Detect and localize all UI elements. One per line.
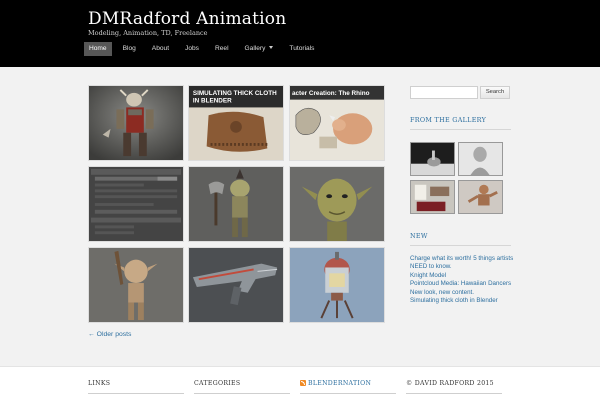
site-description: Modeling, Animation, TD, Freelance [88,29,208,37]
nav-jobs[interactable]: Jobs [180,42,204,56]
post-thumb-robot-lamp[interactable] [289,247,385,323]
nav-jobs-label: Jobs [185,45,199,52]
post-thumb-rhino-character[interactable]: acter Creation: The Rhino [289,85,385,161]
thumb-caption: SIMULATING THICK CLOTH [193,90,277,97]
nav-home[interactable]: Home [84,42,112,56]
divider [300,393,396,394]
post-thumb-armored-character[interactable] [88,85,184,161]
thumb-caption: acter Creation: The Rhino [292,90,370,97]
thumb-caption: IN BLENDER [193,98,232,105]
divider [406,393,502,394]
site-header: DMRadford Animation Modeling, Animation,… [0,0,600,67]
post-thumb-settings-panel[interactable] [88,166,184,242]
chevron-down-icon [269,46,274,49]
divider [88,393,184,394]
news-item[interactable]: New look, new content. [410,289,515,297]
gallery-thumb-bust-sculpt[interactable] [458,142,503,176]
nav-about[interactable]: About [147,42,174,56]
news-item[interactable]: Charge what its worth! 5 things artists … [410,255,515,272]
post-thumb-rifle-model[interactable] [188,247,284,323]
post-thumb-goblin-with-club[interactable] [88,247,184,323]
search-button[interactable]: Search [480,86,510,99]
nav-blog-label: Blog [122,45,136,52]
main-nav: Home Blog About Jobs Reel Gallery Tutori… [84,42,325,56]
search-input[interactable] [410,86,478,99]
nav-gallery-label: Gallery [244,45,266,52]
gallery-thumb-character-pose[interactable] [458,180,503,214]
footer-blendernation-label: BLENDERNATION [308,380,372,387]
site-title[interactable]: DMRadford Animation [88,9,286,29]
footer-links-title: LINKS [88,380,111,387]
gallery-thumb-room-interior[interactable] [410,180,455,214]
footer-blendernation-title[interactable]: BLENDERNATION [300,380,371,387]
nav-tutorials[interactable]: Tutorials [284,42,319,56]
footer-copyright: © DAVID RADFORD 2015 [406,380,494,387]
nav-reel[interactable]: Reel [210,42,234,56]
nav-tutorials-label: Tutorials [289,45,315,52]
nav-blog[interactable]: Blog [118,42,141,56]
nav-reel-label: Reel [214,45,229,52]
news-widget-title: NEW [410,232,428,240]
footer-categories-title: CATEGORIES [194,380,241,387]
divider [410,245,511,246]
gallery-widget-title: FROM THE GALLERY [410,116,487,124]
divider [410,129,511,130]
post-grid: SIMULATING THICK CLOTH IN BLENDER acter C… [88,85,385,325]
news-item[interactable]: Pointcloud Media: Hawaiian Dancers [410,280,515,288]
nav-gallery[interactable]: Gallery [240,42,279,56]
nav-home-label: Home [89,45,107,52]
post-thumb-cloth-tutorial[interactable]: SIMULATING THICK CLOTH IN BLENDER [188,85,284,161]
gallery-thumb-render-scene[interactable] [410,142,455,176]
news-item[interactable]: Simulating thick cloth in Blender [410,297,515,305]
news-list: Charge what its worth! 5 things artists … [410,255,515,305]
older-posts-link[interactable]: ← Older posts [88,331,131,338]
news-item[interactable]: Knight Model [410,272,515,280]
post-thumb-goblin-face[interactable] [289,166,385,242]
divider [194,393,290,394]
rss-icon [300,380,306,386]
post-thumb-troll-with-axe[interactable] [188,166,284,242]
nav-about-label: About [151,45,170,52]
